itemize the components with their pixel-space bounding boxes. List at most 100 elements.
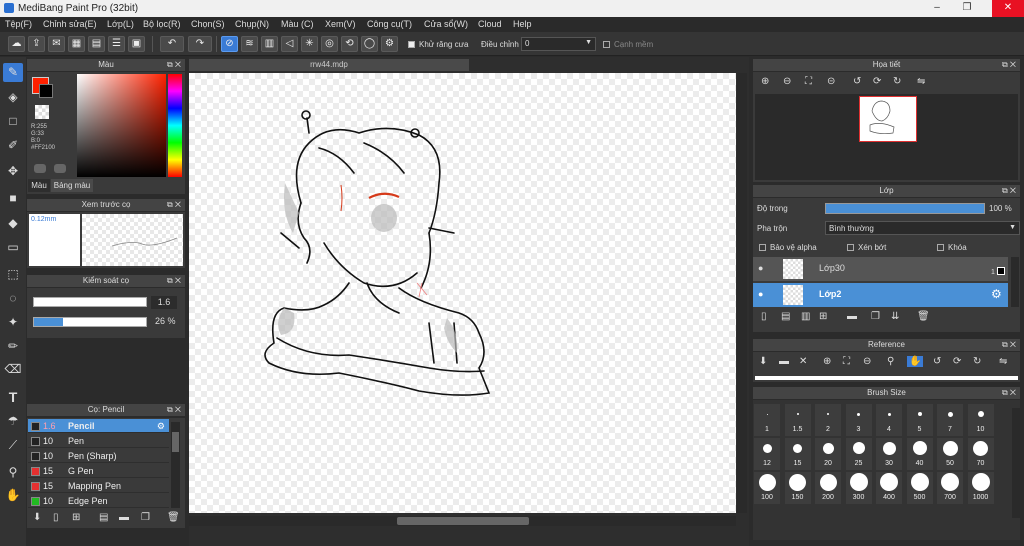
add-brush-icon[interactable]: ⊞ <box>72 512 80 523</box>
add-layer-icon[interactable]: ⊞ <box>819 311 827 322</box>
tab-palette[interactable]: Bảng màu <box>51 179 93 192</box>
eyedropper-tool-icon[interactable]: ⚲ <box>3 463 23 482</box>
zoom-out-icon[interactable]: ⊖ <box>863 356 871 367</box>
lasso-tool-icon[interactable]: ◌ <box>3 289 23 308</box>
parallel-snap-icon[interactable]: ≋ <box>241 36 258 52</box>
minimize-button[interactable]: – <box>924 0 950 17</box>
panel-icon[interactable]: ▣ <box>128 36 145 52</box>
ellipse-snap-icon[interactable]: ◯ <box>361 36 378 52</box>
brush-size-scrollbar[interactable] <box>1012 408 1020 518</box>
brush-size-option[interactable]: 40 <box>906 438 933 470</box>
brush-size-option[interactable]: 10 <box>967 404 994 436</box>
trash-icon[interactable]: 🗑 <box>917 311 930 322</box>
zoom-in-icon[interactable]: ⊕ <box>761 76 769 87</box>
menu-cloud[interactable]: Cloud <box>478 19 502 29</box>
brush-size-option[interactable]: 70 <box>967 438 994 470</box>
share-icon[interactable]: ⇪ <box>28 36 45 52</box>
menu-filter[interactable]: Bộ lọc(R) <box>143 19 181 29</box>
menu-view[interactable]: Xem(V) <box>325 19 356 29</box>
trash-icon[interactable]: 🗑 <box>167 512 180 523</box>
actual-size-icon[interactable]: ⊝ <box>827 76 835 87</box>
flip-icon[interactable]: ⇋ <box>999 356 1007 367</box>
layer-row[interactable]: ● Lớp2 ⚙ <box>753 283 1008 307</box>
palette-remove-icon[interactable] <box>54 164 66 173</box>
magic-wand-icon[interactable]: ✦ <box>3 313 23 332</box>
size-slider[interactable] <box>33 297 147 307</box>
layer-scrollbar[interactable] <box>1011 257 1019 307</box>
menu-edit[interactable]: Chỉnh sửa(E) <box>43 19 97 29</box>
brush-size-option[interactable]: 15 <box>784 438 811 470</box>
brush-size-option[interactable]: 25 <box>845 438 872 470</box>
zoom-in-icon[interactable]: ⊕ <box>823 356 831 367</box>
text-tool-icon[interactable]: T <box>3 388 23 407</box>
brush-size-option[interactable]: 3 <box>845 404 872 436</box>
fit-icon[interactable]: ⛶ <box>843 356 850 367</box>
cross-snap-icon[interactable]: ▥ <box>261 36 278 52</box>
fill-tool-icon[interactable]: ◆ <box>3 214 23 233</box>
hue-slider[interactable] <box>168 74 182 177</box>
palette-add-icon[interactable] <box>34 164 46 173</box>
brush-item[interactable]: 10 Pen (Sharp) <box>28 449 169 463</box>
brush-item[interactable]: 15 Mapping Pen <box>28 479 169 493</box>
gear-icon[interactable]: ⚙ <box>157 419 165 433</box>
menu-window[interactable]: Cửa sổ(W) <box>424 19 468 29</box>
vertical-scrollbar[interactable] <box>737 73 747 513</box>
brush-size-option[interactable]: 100 <box>754 472 780 504</box>
folder-icon[interactable]: ▬ <box>847 311 857 322</box>
menu-file[interactable]: Tệp(F) <box>5 19 32 29</box>
restore-button[interactable]: ❐ <box>954 0 980 17</box>
undo-icon[interactable]: ↶ <box>160 36 184 52</box>
adjust-select[interactable]: 0 ▼ <box>521 37 596 51</box>
document-icon[interactable]: ▤ <box>88 36 105 52</box>
brush-size-option[interactable]: 700 <box>937 472 963 504</box>
select-eraser-icon[interactable]: ⌫ <box>3 360 23 379</box>
brush-size-option[interactable]: 400 <box>876 472 902 504</box>
brush-size-option[interactable]: 4 <box>876 404 902 436</box>
brush-tool-icon[interactable]: ✎ <box>3 63 23 82</box>
eyedropper-icon[interactable]: ⚲ <box>887 356 894 367</box>
brush-item[interactable]: 1.6 Pencil ⚙ <box>28 419 169 433</box>
brush-settings-icon[interactable]: ▤ <box>99 512 108 523</box>
menu-tools[interactable]: Công cụ(T) <box>367 19 412 29</box>
brush-size-option[interactable]: 20 <box>815 438 841 470</box>
secondary-color-swatch[interactable] <box>39 84 53 98</box>
hand-tool-icon[interactable]: ✋ <box>3 486 23 505</box>
color-saturation-field[interactable] <box>77 74 166 177</box>
navigator-view[interactable] <box>755 94 1018 180</box>
eye-icon[interactable]: ● <box>758 263 763 273</box>
reset-rotation-icon[interactable]: ⟳ <box>873 76 881 87</box>
brush-size-option[interactable]: 300 <box>845 472 872 504</box>
blend-select[interactable]: Bình thường ▼ <box>825 221 1020 235</box>
list-icon[interactable]: ☰ <box>108 36 125 52</box>
copy-icon[interactable]: ❐ <box>141 512 150 523</box>
cloud-download-icon[interactable]: ⬇ <box>33 512 41 523</box>
brush-size-option[interactable]: 7 <box>937 404 963 436</box>
pen-tool-icon[interactable]: ✐ <box>3 136 23 155</box>
protect-alpha-checkbox[interactable] <box>759 244 766 252</box>
menu-layer[interactable]: Lớp(L) <box>107 19 134 29</box>
divide-tool-icon[interactable]: ⟋ <box>3 436 23 455</box>
shape-tool-icon[interactable]: ■ <box>3 189 23 208</box>
select-pen-icon[interactable]: ✏ <box>3 337 23 356</box>
gradient-tool-icon[interactable]: ▭ <box>3 238 23 257</box>
comment-icon[interactable]: ✉ <box>48 36 65 52</box>
brush-size-option[interactable]: 150 <box>784 472 811 504</box>
brush-size-option[interactable]: 2 <box>815 404 841 436</box>
antialias-checkbox[interactable] <box>408 41 415 49</box>
new-halftone-layer-icon[interactable]: ▤ <box>781 311 790 322</box>
cloud-download-icon[interactable]: ⬇ <box>759 356 767 367</box>
opacity-slider[interactable] <box>33 317 147 327</box>
menu-help[interactable]: Help <box>513 19 532 29</box>
radial-snap-icon[interactable]: ✳ <box>301 36 318 52</box>
clipping-checkbox[interactable] <box>847 244 854 252</box>
circle-snap-icon[interactable]: ◎ <box>321 36 338 52</box>
rotate-left-icon[interactable]: ↺ <box>853 76 861 87</box>
close-icon[interactable]: ✕ <box>799 356 807 367</box>
eraser-tool-icon[interactable]: ◈ <box>3 88 23 107</box>
horizontal-scrollbar[interactable] <box>189 516 736 526</box>
curve-snap-icon[interactable]: ⟲ <box>341 36 358 52</box>
duplicate-layer-icon[interactable]: ❐ <box>871 311 880 322</box>
layer-row[interactable]: ● Lớp30 1 <box>753 257 1008 281</box>
gear-icon[interactable]: ⚙ <box>991 287 1002 301</box>
brush-size-option[interactable]: 50 <box>937 438 963 470</box>
